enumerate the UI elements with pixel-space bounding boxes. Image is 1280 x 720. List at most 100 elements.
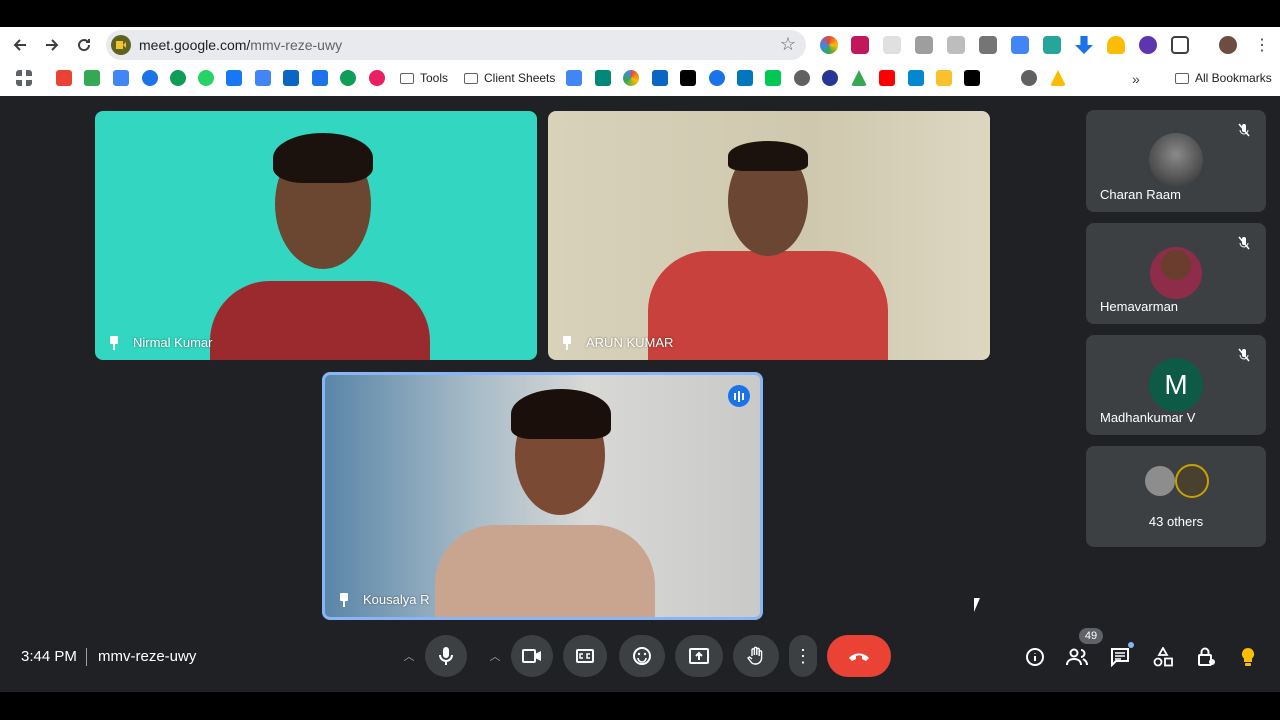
more-vert-icon: ⋮ [794,645,812,666]
reload-icon[interactable] [72,33,96,57]
meeting-info-icon[interactable] [1024,646,1046,668]
google-icon[interactable] [623,70,639,86]
bookmarks-bar: Tools Client Sheets » All Bookmarks [0,67,1280,93]
url-host: meet.google.com/ [139,37,251,53]
lightbulb-icon[interactable] [1237,646,1259,668]
bookmark-yellow-icon[interactable] [936,70,952,86]
extension-bulb-icon[interactable] [1107,36,1125,54]
extensions-puzzle-icon[interactable] [1171,36,1189,54]
side-tile-madhankumar-v[interactable]: M Madhankumar V [1086,335,1266,435]
emoji-reaction-button[interactable] [619,635,665,677]
docs-icon[interactable] [566,70,582,86]
captions-icon [576,649,594,663]
calendar-icon[interactable] [312,70,328,86]
bookmark-infinity-icon[interactable] [283,70,299,86]
bookmark-navy-icon[interactable] [822,70,838,86]
bookmark-40-icon[interactable] [369,70,385,86]
side-tile-others[interactable]: 43 others [1086,446,1266,547]
x-icon[interactable] [680,70,696,86]
extension-tag-icon[interactable] [915,36,933,54]
person-hair [511,389,611,439]
audio-options-chevron-icon[interactable]: ︿ [397,635,421,677]
apps-grid-icon[interactable] [16,70,32,86]
mouse-cursor-icon [974,598,986,612]
avatar [1149,133,1203,187]
host-controls-icon[interactable] [1195,646,1217,668]
forward-arrow-icon[interactable] [40,33,64,57]
whatsapp-icon[interactable] [198,70,214,86]
sheets-icon[interactable] [84,70,100,86]
profile-avatar[interactable] [1219,36,1237,54]
address-bar[interactable]: meet.google.com/mmv-reze-uwy ☆ [106,30,806,60]
openai-icon[interactable] [794,70,810,86]
participant-name: Kousalya R [363,592,430,607]
activities-icon[interactable] [1152,646,1174,668]
url-text: meet.google.com/mmv-reze-uwy [139,37,342,53]
person-hair [728,141,808,171]
bookmarks-overflow-icon[interactable]: » [1132,71,1140,87]
youtube-icon[interactable] [879,70,895,86]
bookmark-c-icon[interactable] [142,70,158,86]
bookmark-green-icon[interactable] [340,70,356,86]
pin-icon[interactable] [339,592,349,607]
bookmark-shield-icon[interactable] [737,70,753,86]
download-icon[interactable] [1075,36,1093,54]
bookmark-news-icon[interactable] [170,70,186,86]
participant-name: Nirmal Kumar [133,335,213,350]
camera-button[interactable] [511,635,553,677]
video-tile-arun-kumar[interactable]: ARUN KUMAR [548,111,990,360]
bookmark-blue-icon[interactable] [709,70,725,86]
bookmark-chat-icon[interactable] [765,70,781,86]
captions-button[interactable] [563,635,607,677]
bookmark-star-icon[interactable]: ☆ [780,34,796,55]
navigation-row: meet.google.com/mmv-reze-uwy ☆ ⋮ [0,27,1280,63]
linkedin-icon[interactable] [652,70,668,86]
avatar [1150,247,1202,299]
participant-name: Hemavarman [1100,299,1179,314]
meta-icon[interactable] [226,70,242,86]
side-tile-hemavarman[interactable]: Hemavarman [1086,223,1266,324]
people-icon[interactable] [1066,646,1088,668]
unread-dot [1128,642,1134,648]
bookmark-tools[interactable]: Tools [400,71,448,85]
bookmark-sk-icon[interactable] [993,70,1009,86]
microphone-button[interactable] [425,635,467,677]
video-tile-nirmal-kumar[interactable]: Nirmal Kumar [95,111,537,360]
docs-icon[interactable] [113,70,129,86]
video-tile-kousalya-r[interactable]: Kousalya R [322,372,763,620]
extension-color-icon[interactable] [820,36,838,54]
gmail-icon[interactable] [56,70,72,86]
extension-person-icon[interactable] [979,36,997,54]
bookmark-tools-label: Tools [420,71,449,85]
person-hair [273,133,373,183]
extension-code-icon[interactable] [947,36,965,54]
extension-translate-icon[interactable] [1011,36,1029,54]
raise-hand-button[interactable] [733,635,779,677]
bookmark-seo-icon[interactable] [908,70,924,86]
leave-call-button[interactable] [827,635,891,677]
mic-muted-icon [1238,236,1250,250]
openai-icon[interactable] [1021,70,1037,86]
extension-s-icon[interactable] [1043,36,1061,54]
meet-icon[interactable] [595,70,611,86]
side-tile-charan-raam[interactable]: Charan Raam [1086,110,1266,212]
extension-screen-icon[interactable] [851,36,869,54]
bookmark-client-sheets[interactable]: Client Sheets [464,71,555,85]
pin-icon[interactable] [109,335,119,350]
back-arrow-icon[interactable] [8,33,32,57]
google-ads-icon[interactable] [1050,70,1066,86]
avatar [1175,464,1209,498]
browser-menu-icon[interactable]: ⋮ [1250,33,1274,57]
extension-text-icon[interactable] [883,36,901,54]
present-screen-button[interactable] [675,635,723,677]
all-bookmarks[interactable]: All Bookmarks [1175,71,1272,85]
video-options-chevron-icon[interactable]: ︿ [483,635,507,677]
extension-circle-icon[interactable] [1139,36,1157,54]
more-options-button[interactable]: ⋮ [789,635,817,677]
bookmark-p-icon[interactable] [964,70,980,86]
drive-icon[interactable] [851,70,867,86]
pin-icon[interactable] [562,335,572,350]
chat-icon[interactable] [1109,642,1134,668]
translate-icon[interactable] [255,70,271,86]
meet-site-icon [111,35,131,55]
